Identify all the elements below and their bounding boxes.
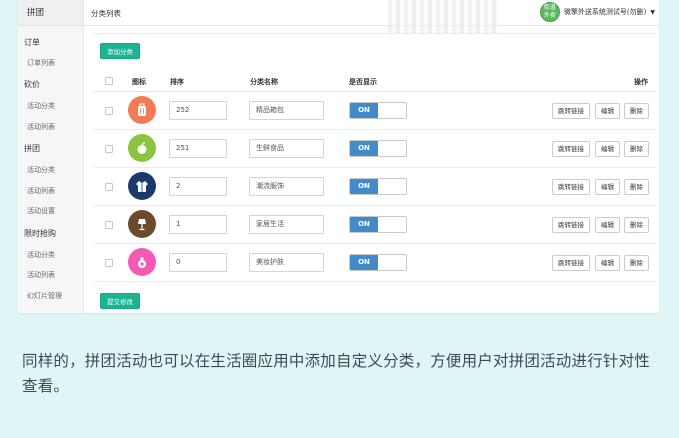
- sort-input[interactable]: 1: [169, 215, 227, 234]
- visibility-toggle[interactable]: ON: [349, 254, 407, 271]
- delete-button[interactable]: 删除: [624, 255, 649, 271]
- row-checkbox[interactable]: [105, 221, 113, 229]
- avatar-text-line1: 街道: [543, 4, 556, 11]
- category-name-input[interactable]: 潮流服饰: [249, 177, 324, 196]
- header-show: 是否显示: [349, 78, 377, 86]
- sidebar-item-flash-list[interactable]: 活动列表: [27, 270, 55, 280]
- category-name-input[interactable]: 家居生活: [249, 215, 324, 234]
- category-name-input[interactable]: 生鲜食品: [249, 139, 324, 158]
- jump-link-button[interactable]: 跳转链接: [552, 103, 590, 119]
- lamp-icon: [128, 210, 156, 238]
- header-actions: 操作: [634, 78, 648, 86]
- delete-button[interactable]: 删除: [624, 217, 649, 233]
- table-row: 1 家居生活 ON 跳转链接 编辑 删除: [94, 206, 656, 244]
- app-window: 拼团 订单 订单列表 砍价 活动分类 活动列表 拼团 活动分类 活动列表 活动设…: [18, 0, 659, 313]
- sidebar-group-bargain[interactable]: 砍价: [24, 79, 40, 90]
- jump-link-button[interactable]: 跳转链接: [552, 217, 590, 233]
- visibility-toggle[interactable]: ON: [349, 178, 407, 195]
- sidebar-item-bargain-list[interactable]: 活动列表: [27, 122, 55, 132]
- table-row: 252 精品箱包 ON 跳转链接 编辑 删除: [94, 92, 656, 130]
- toggle-on-label: ON: [350, 103, 378, 118]
- sort-input[interactable]: 252: [169, 101, 227, 120]
- sidebar-item-flash-category[interactable]: 活动分类: [27, 250, 55, 260]
- perfume-icon: [128, 248, 156, 276]
- jump-link-button[interactable]: 跳转链接: [552, 179, 590, 195]
- header-icon: 图标: [132, 78, 146, 86]
- toggle-on-label: ON: [350, 217, 378, 232]
- delete-button[interactable]: 删除: [624, 103, 649, 119]
- edit-button[interactable]: 编辑: [595, 217, 620, 233]
- table-row: 2 潮流服饰 ON 跳转链接 编辑 删除: [94, 168, 656, 206]
- edit-button[interactable]: 编辑: [595, 141, 620, 157]
- sidebar-item-group-settings[interactable]: 活动设置: [27, 206, 55, 216]
- sidebar-brand: 拼团: [18, 0, 83, 26]
- category-name-input[interactable]: 美妆护肤: [249, 253, 324, 272]
- add-category-button[interactable]: 添加分类: [100, 43, 140, 59]
- avatar-text-line2: 外卖: [543, 12, 556, 19]
- table-row: 251 生鲜食品 ON 跳转链接 编辑 删除: [94, 130, 656, 168]
- jacket-icon: [128, 172, 156, 200]
- sidebar-group-group-buy[interactable]: 拼团: [24, 143, 40, 154]
- sidebar-item-order-list[interactable]: 订单列表: [27, 58, 55, 68]
- row-checkbox[interactable]: [105, 107, 113, 115]
- avatar[interactable]: 街道 外卖: [539, 2, 560, 22]
- sidebar-group-orders[interactable]: 订单: [24, 37, 40, 48]
- edit-button[interactable]: 编辑: [595, 103, 620, 119]
- visibility-toggle[interactable]: ON: [349, 216, 407, 233]
- topbar: 分类列表 街道 外卖 微擎外送系统测试号(勿删) ▼: [84, 0, 659, 26]
- category-name-input[interactable]: 精品箱包: [249, 101, 324, 120]
- sidebar-item-slideshow[interactable]: 幻灯片管理: [27, 291, 62, 301]
- caret-down-icon[interactable]: ▼: [650, 9, 655, 16]
- page-title: 分类列表: [91, 9, 121, 18]
- row-checkbox[interactable]: [105, 259, 113, 267]
- sort-input[interactable]: 2: [169, 177, 227, 196]
- jump-link-button[interactable]: 跳转链接: [552, 141, 590, 157]
- toggle-on-label: ON: [350, 141, 378, 156]
- sort-input[interactable]: 0: [169, 253, 227, 272]
- visibility-toggle[interactable]: ON: [349, 140, 407, 157]
- user-name[interactable]: 微擎外送系统测试号(勿删): [564, 7, 646, 17]
- apple-icon: [128, 134, 156, 162]
- jump-link-button[interactable]: 跳转链接: [552, 255, 590, 271]
- header-sort: 排序: [170, 78, 184, 86]
- edit-button[interactable]: 编辑: [595, 255, 620, 271]
- row-checkbox[interactable]: [105, 183, 113, 191]
- sidebar-item-group-category[interactable]: 活动分类: [27, 165, 55, 175]
- toggle-on-label: ON: [350, 255, 378, 270]
- select-all-checkbox[interactable]: [105, 77, 113, 85]
- delete-button[interactable]: 删除: [624, 141, 649, 157]
- sort-input[interactable]: 251: [169, 139, 227, 158]
- submit-changes-button[interactable]: 提交修改: [100, 293, 140, 309]
- table-row: 0 美妆护肤 ON 跳转链接 编辑 删除: [94, 244, 656, 282]
- table-header: 图标 排序 分类名称 是否显示 操作: [94, 72, 656, 92]
- sidebar: 拼团 订单 订单列表 砍价 活动分类 活动列表 拼团 活动分类 活动列表 活动设…: [18, 0, 84, 313]
- user-menu[interactable]: 街道 外卖 微擎外送系统测试号(勿删) ▼: [539, 2, 655, 22]
- sidebar-item-bargain-category[interactable]: 活动分类: [27, 101, 55, 111]
- visibility-toggle[interactable]: ON: [349, 102, 407, 119]
- toggle-on-label: ON: [350, 179, 378, 194]
- sidebar-item-group-list[interactable]: 活动列表: [27, 186, 55, 196]
- header-name: 分类名称: [250, 78, 278, 86]
- row-checkbox[interactable]: [105, 145, 113, 153]
- sidebar-group-flash-sale[interactable]: 限时抢购: [24, 228, 56, 239]
- delete-button[interactable]: 删除: [624, 179, 649, 195]
- promo-caption: 同样的，拼团活动也可以在生活圈应用中添加自定义分类，方便用户对拼团活动进行针对性…: [22, 352, 651, 395]
- category-panel: 添加分类 图标 排序 分类名称 是否显示 操作 252 精品箱包 ON 跳转链接…: [94, 33, 656, 311]
- edit-button[interactable]: 编辑: [595, 179, 620, 195]
- suitcase-icon: [128, 96, 156, 124]
